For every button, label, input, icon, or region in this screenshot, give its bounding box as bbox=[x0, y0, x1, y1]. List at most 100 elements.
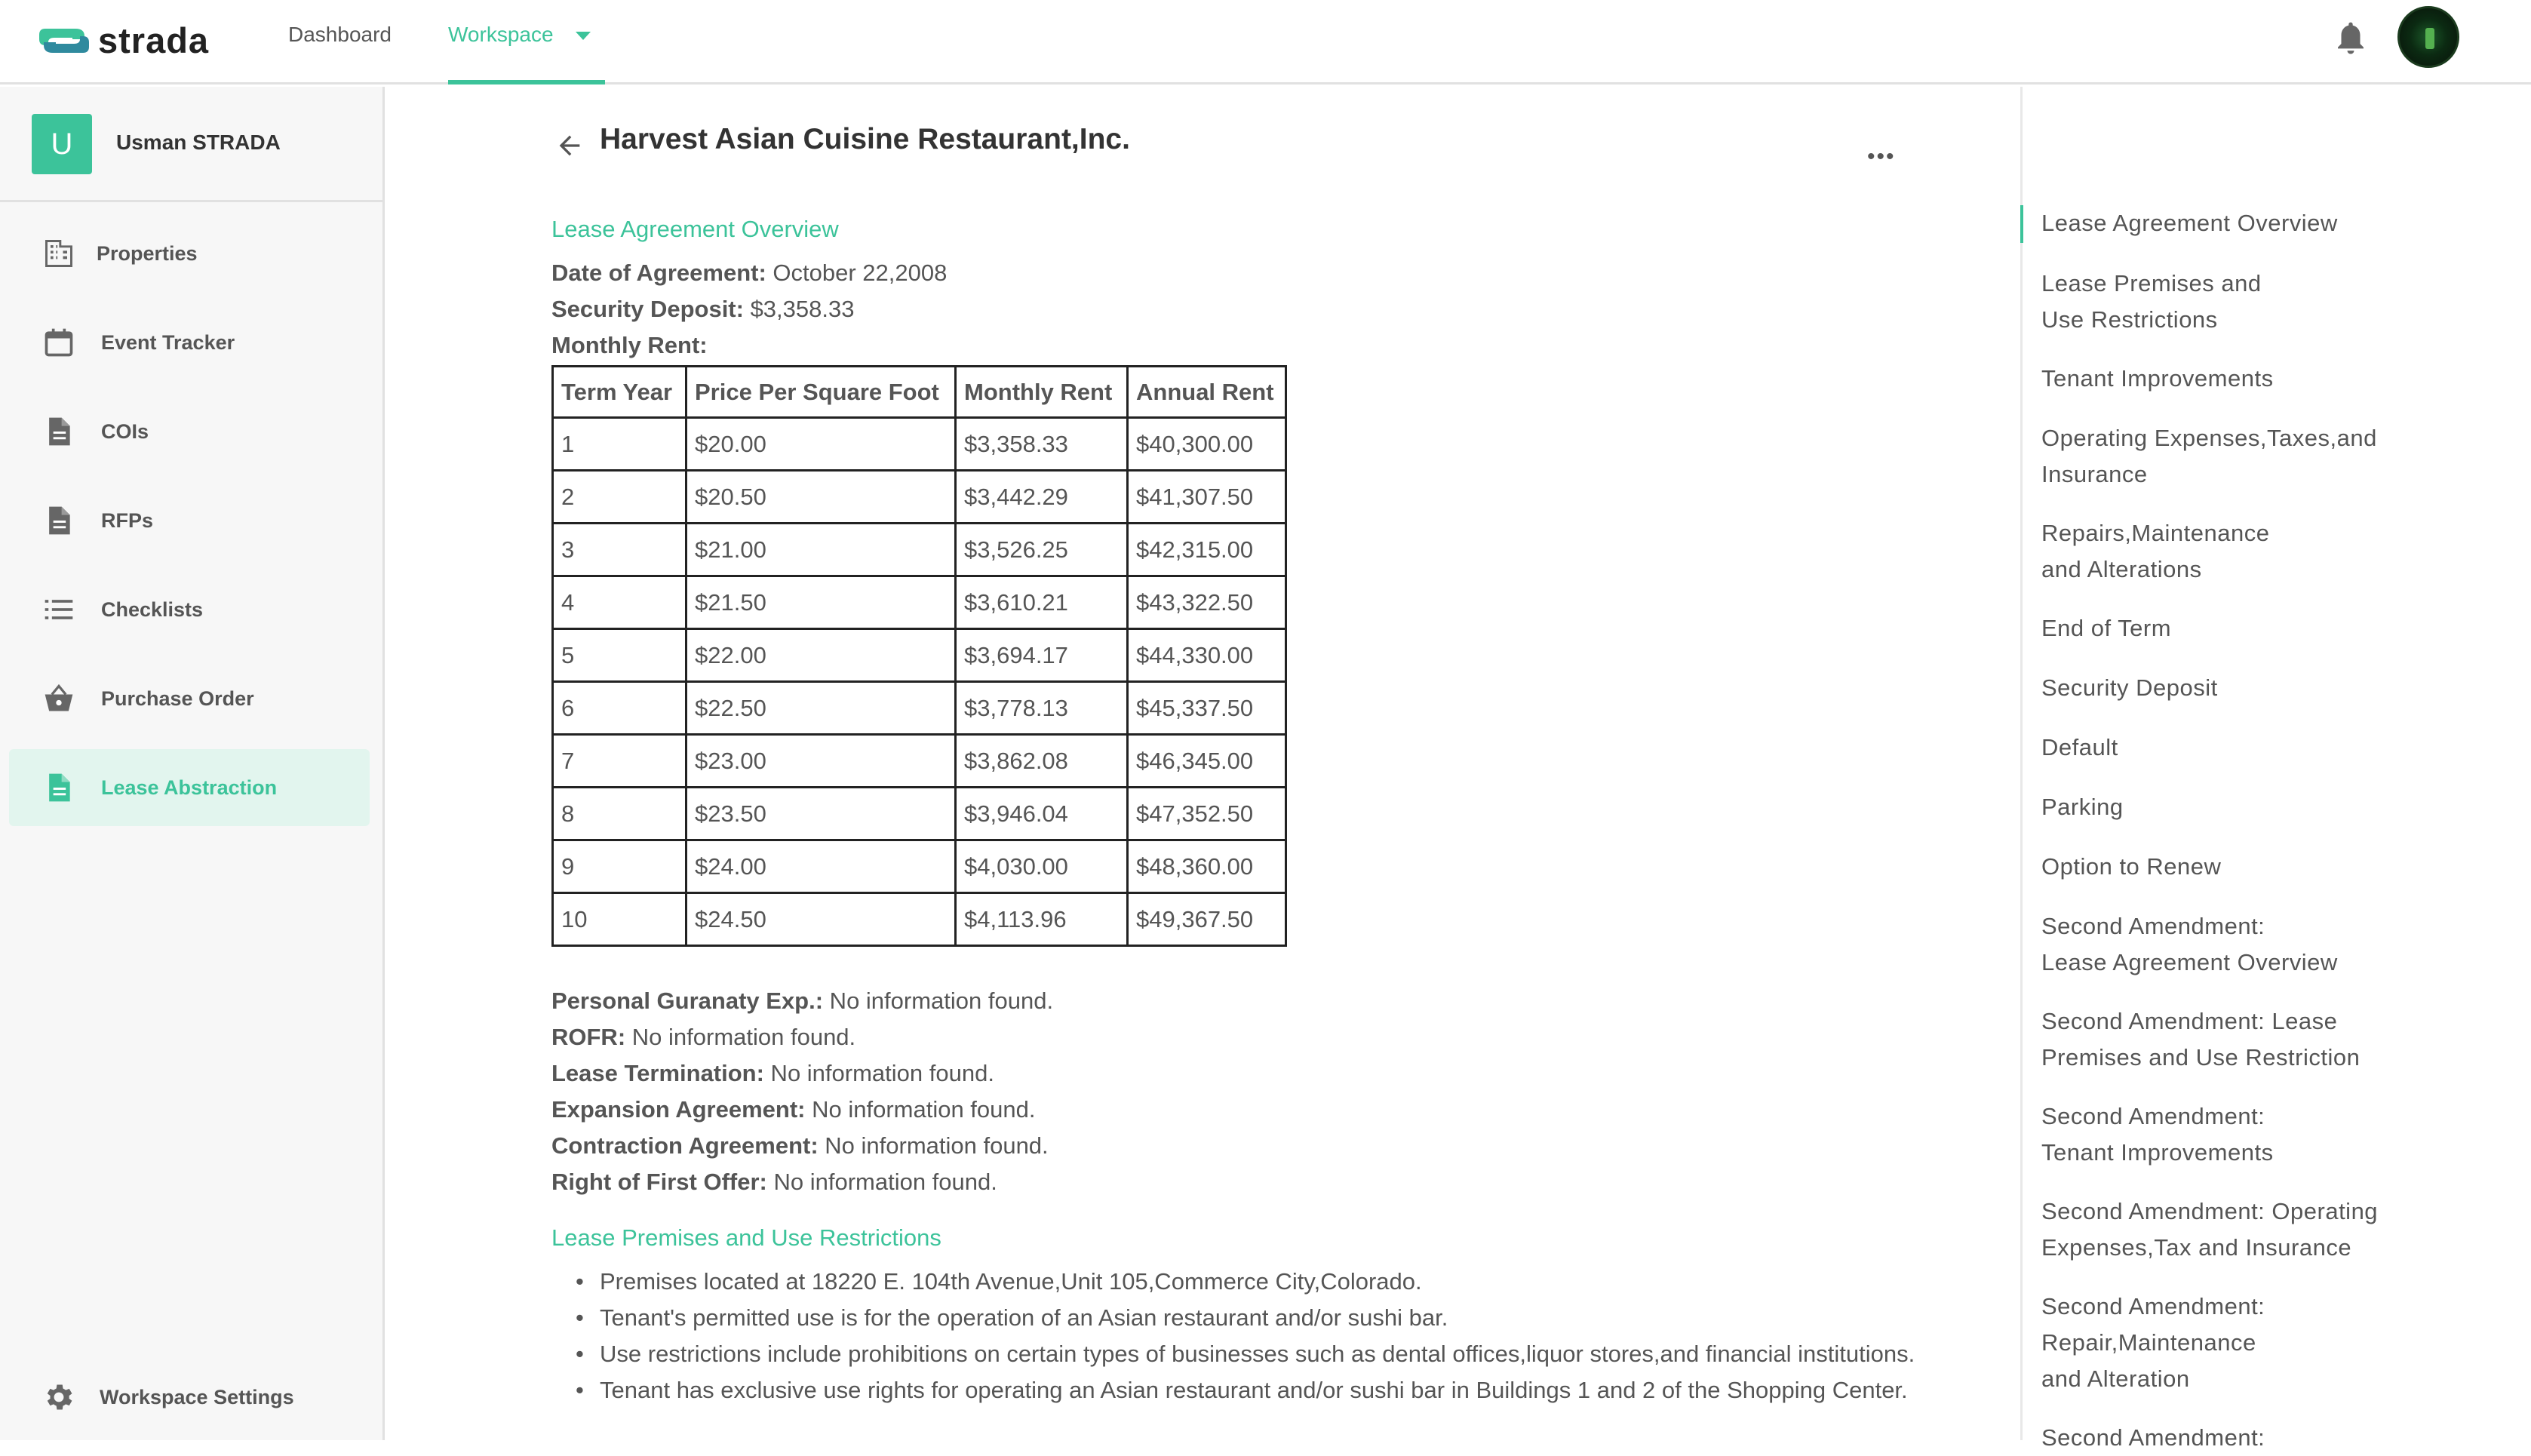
sidebar-item-rfps[interactable]: RFPs bbox=[9, 482, 370, 559]
toc-item[interactable]: Option to Renew bbox=[2041, 849, 2464, 885]
sidebar-item-label: Purchase Order bbox=[101, 687, 254, 710]
toc-item[interactable]: Parking bbox=[2041, 789, 2464, 825]
field-label: Lease Termination: bbox=[551, 1060, 764, 1086]
toc-item[interactable]: Second Amendment: bbox=[2041, 1420, 2464, 1456]
document-icon bbox=[49, 417, 70, 446]
user-avatar[interactable] bbox=[2397, 6, 2459, 68]
table-cell: $23.50 bbox=[685, 786, 957, 841]
lease-field: Expansion Agreement: No information foun… bbox=[551, 1092, 2060, 1128]
field-value: $3,358.33 bbox=[743, 296, 855, 322]
sidebar-item-cois[interactable]: COIs bbox=[9, 393, 370, 470]
sidebar-item-label: RFPs bbox=[101, 508, 154, 532]
table-cell: $41,307.50 bbox=[1126, 469, 1287, 524]
list-item: Tenant's permitted use is for the operat… bbox=[576, 1300, 2060, 1336]
sidebar-user[interactable]: U Usman STRADA bbox=[0, 87, 382, 202]
field-label: Right of First Offer: bbox=[551, 1169, 767, 1195]
toc-item[interactable]: Second Amendment: Lease Premises and Use… bbox=[2041, 1003, 2464, 1076]
table-cell: $47,352.50 bbox=[1126, 786, 1287, 841]
toc-item[interactable]: Repairs,Maintenance and Alterations bbox=[2041, 515, 2464, 588]
table-cell: 10 bbox=[551, 892, 687, 947]
nav-dashboard-label: Dashboard bbox=[288, 23, 392, 46]
toc-item[interactable]: Second Amendment: Lease Agreement Overvi… bbox=[2041, 908, 2464, 981]
list-item: Tenant has exclusive use rights for oper… bbox=[576, 1372, 2060, 1408]
table-row: 3 $21.00 $3,526.25 $42,315.00 bbox=[551, 522, 1287, 577]
sidebar-item-label: Event Tracker bbox=[101, 330, 235, 354]
section-heading-premises[interactable]: Lease Premises and Use Restrictions bbox=[551, 1220, 2060, 1256]
table-cell: $3,442.29 bbox=[954, 469, 1129, 524]
table-row: 5 $22.00 $3,694.17 $44,330.00 bbox=[551, 628, 1287, 683]
document-icon bbox=[49, 506, 70, 535]
toc-item[interactable]: Lease Agreement Overview bbox=[2041, 205, 2464, 241]
toc-item[interactable]: Second Amendment: Operating Expenses,Tax… bbox=[2041, 1193, 2464, 1266]
list-icon bbox=[45, 600, 73, 619]
field-label: ROFR: bbox=[551, 1024, 626, 1050]
table-cell: $3,862.08 bbox=[954, 733, 1129, 788]
sidebar-item-checklists[interactable]: Checklists bbox=[9, 571, 370, 648]
table-cell: 8 bbox=[551, 786, 687, 841]
column-header: Price Per Square Foot bbox=[685, 365, 957, 419]
column-header: Monthly Rent bbox=[954, 365, 1129, 419]
back-arrow-icon[interactable] bbox=[554, 131, 585, 161]
strada-logo[interactable]: strada bbox=[38, 20, 209, 61]
toc-item[interactable]: Security Deposit bbox=[2041, 670, 2464, 706]
lease-field: Personal Guranaty Exp.: No information f… bbox=[551, 983, 2060, 1019]
table-cell: $3,610.21 bbox=[954, 575, 1129, 630]
toc-item[interactable]: Default bbox=[2041, 730, 2464, 766]
table-row: 9 $24.00 $4,030.00 $48,360.00 bbox=[551, 839, 1287, 894]
basket-icon bbox=[45, 683, 73, 711]
table-cell: $3,946.04 bbox=[954, 786, 1129, 841]
sidebar-item-properties[interactable]: Properties bbox=[9, 215, 370, 292]
table-cell: $20.00 bbox=[685, 416, 957, 472]
section-heading-overview[interactable]: Lease Agreement Overview bbox=[551, 211, 2060, 247]
table-cell: $4,030.00 bbox=[954, 839, 1129, 894]
list-item: Premises located at 18220 E. 104th Avenu… bbox=[576, 1264, 2060, 1300]
calendar-icon bbox=[45, 328, 73, 357]
field-value: No information found. bbox=[823, 988, 1054, 1014]
lease-field: Right of First Offer: No information fou… bbox=[551, 1164, 2060, 1200]
user-name: Usman STRADA bbox=[116, 131, 281, 154]
gear-icon bbox=[47, 1384, 72, 1410]
sidebar-item-lease-abstraction[interactable]: Lease Abstraction bbox=[9, 749, 370, 826]
table-cell: $49,367.50 bbox=[1126, 892, 1287, 947]
toc-item[interactable]: Tenant Improvements bbox=[2041, 361, 2464, 397]
field-monthly-rent: Monthly Rent: bbox=[551, 327, 2060, 364]
field-value: No information found. bbox=[625, 1024, 856, 1050]
nav-workspace[interactable]: Workspace bbox=[448, 23, 605, 84]
more-options-icon[interactable]: ••• bbox=[1867, 144, 1896, 170]
field-security-deposit: Security Deposit: $3,358.33 bbox=[551, 291, 2060, 327]
table-cell: $21.00 bbox=[685, 522, 957, 577]
toc-item[interactable]: Second Amendment: Repair,Maintenance and… bbox=[2041, 1289, 2464, 1397]
top-bar: strada Dashboard Workspace bbox=[0, 0, 2531, 84]
toc-item[interactable]: Operating Expenses,Taxes,and Insurance bbox=[2041, 420, 2464, 493]
sidebar-item-purchase-order[interactable]: Purchase Order bbox=[9, 660, 370, 737]
bell-icon[interactable] bbox=[2334, 20, 2367, 57]
table-row: 2 $20.50 $3,442.29 $41,307.50 bbox=[551, 469, 1287, 524]
table-cell: $4,113.96 bbox=[954, 892, 1129, 947]
lease-field: ROFR: No information found. bbox=[551, 1019, 2060, 1055]
rent-schedule-table: Term Year Price Per Square Foot Monthly … bbox=[551, 365, 1287, 947]
toc-active-indicator bbox=[2020, 205, 2023, 243]
sidebar-item-event-tracker[interactable]: Event Tracker bbox=[9, 304, 370, 381]
field-value: No information found. bbox=[818, 1132, 1049, 1159]
sidebar-item-workspace-settings[interactable]: Workspace Settings bbox=[9, 1359, 370, 1436]
table-cell: 1 bbox=[551, 416, 687, 472]
table-cell: $22.50 bbox=[685, 680, 957, 736]
field-label: Monthly Rent: bbox=[551, 332, 708, 358]
table-cell: $44,330.00 bbox=[1126, 628, 1287, 683]
sidebar-item-label: Lease Abstraction bbox=[101, 776, 278, 799]
table-cell: $43,322.50 bbox=[1126, 575, 1287, 630]
toc-item[interactable]: Lease Premises and Use Restrictions bbox=[2041, 266, 2464, 338]
table-cell: $48,360.00 bbox=[1126, 839, 1287, 894]
toc-item[interactable]: End of Term bbox=[2041, 610, 2464, 647]
toc-item[interactable]: Second Amendment: Tenant Improvements bbox=[2041, 1098, 2464, 1171]
table-cell: 9 bbox=[551, 839, 687, 894]
table-cell: $40,300.00 bbox=[1126, 416, 1287, 472]
field-label: Contraction Agreement: bbox=[551, 1132, 819, 1159]
table-cell: $24.00 bbox=[685, 839, 957, 894]
document-icon bbox=[49, 773, 70, 802]
nav-dashboard[interactable]: Dashboard bbox=[288, 23, 392, 84]
field-value: No information found. bbox=[805, 1096, 1036, 1123]
field-value: No information found. bbox=[763, 1060, 994, 1086]
column-header: Annual Rent bbox=[1126, 365, 1287, 419]
table-cell: 4 bbox=[551, 575, 687, 630]
